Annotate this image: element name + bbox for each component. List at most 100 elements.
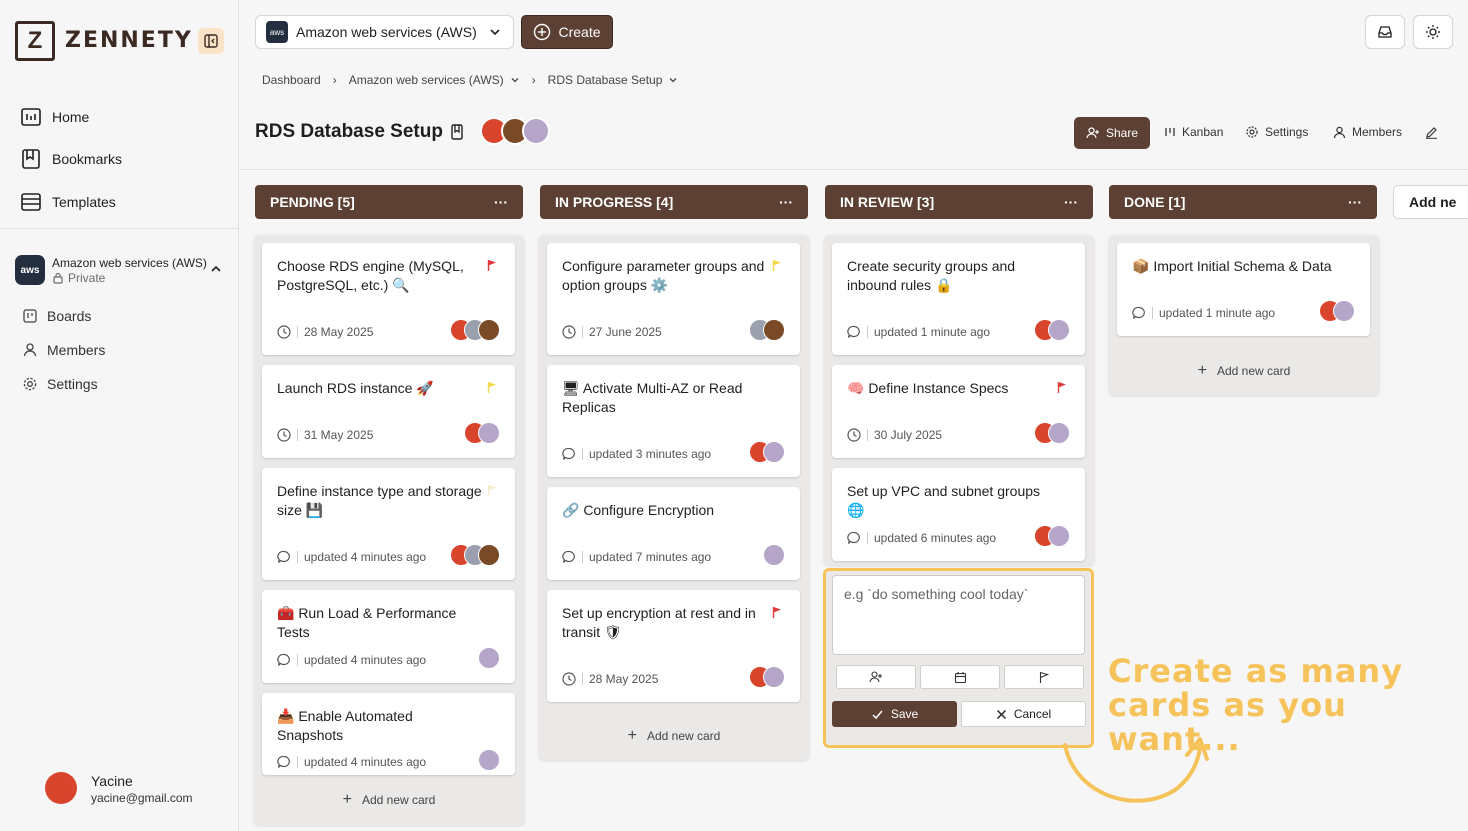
logo-icon[interactable]: Z (15, 21, 55, 61)
edit-icon[interactable] (1425, 126, 1438, 139)
task-card[interactable]: 📥 Enable Automated Snapshots updated 4 m… (262, 693, 515, 775)
bookmark-icon[interactable] (450, 124, 464, 140)
card-title: Choose RDS engine (MySQL, PostgreSQL, et… (277, 258, 464, 293)
nav-templates[interactable]: Templates (20, 191, 116, 213)
column-title: IN PROGRESS [4] (555, 194, 674, 210)
card-assignees[interactable] (478, 749, 500, 771)
flag-icon[interactable] (1057, 381, 1067, 394)
add-column-button[interactable]: Add ne (1393, 185, 1468, 219)
breadcrumb-board[interactable]: RDS Database Setup (548, 73, 663, 87)
task-card[interactable]: Set up VPC and subnet groups 🌐 updated 6… (832, 468, 1085, 561)
save-button[interactable]: Save (832, 701, 957, 727)
workspace-name[interactable]: Amazon web services (AWS) (52, 256, 207, 270)
flag-icon[interactable] (487, 381, 497, 394)
divider (1152, 307, 1153, 319)
workspace-visibility-label: Private (68, 271, 106, 285)
nav-home[interactable]: Home (20, 106, 89, 128)
new-card-input[interactable]: e.g `do something cool today` (832, 575, 1085, 655)
card-assignees[interactable] (749, 666, 785, 688)
task-card[interactable]: Configure parameter groups and option gr… (547, 243, 800, 355)
add-card-button[interactable]: + Add new card (1109, 362, 1379, 380)
collapse-sidebar-button[interactable] (198, 28, 224, 54)
chevron-right-icon: › (531, 73, 536, 87)
task-card[interactable]: 🧠 Define Instance Specs 30 July 2025 (832, 365, 1085, 458)
task-card[interactable]: 📦 Import Initial Schema & Data updated 1… (1117, 243, 1370, 336)
card-title: 📥 Enable Automated Snapshots (277, 708, 413, 743)
more-icon[interactable]: ··· (494, 194, 508, 210)
chevron-up-icon[interactable] (209, 262, 223, 276)
sidebar-item-boards[interactable]: Boards (22, 308, 91, 324)
card-assignees[interactable] (464, 422, 500, 444)
avatar[interactable] (45, 772, 77, 804)
add-card-button[interactable]: + Add new card (254, 791, 524, 809)
avatar (1333, 300, 1355, 322)
task-card[interactable]: Create security groups and inbound rules… (832, 243, 1085, 355)
promo-line-1: Create as many (1108, 652, 1404, 690)
card-assignees[interactable] (478, 647, 500, 669)
add-card-button[interactable]: + Add new card (539, 727, 809, 745)
workspace-select[interactable]: aws Amazon web services (AWS) (255, 15, 514, 49)
kanban-button[interactable]: Kanban (1164, 125, 1223, 139)
curved-arrow-icon (1063, 737, 1209, 803)
sidebar-item-boards-label: Boards (47, 308, 92, 324)
sidebar-item-members[interactable]: Members (22, 342, 105, 358)
column-header-done[interactable]: DONE [1] ··· (1109, 185, 1377, 219)
card-assignees[interactable] (450, 544, 500, 566)
task-card[interactable]: 🧰 Run Load & Performance Tests updated 4… (262, 590, 515, 683)
templates-icon (21, 193, 41, 211)
assign-user-button[interactable] (836, 665, 916, 689)
workspace-avatar[interactable]: aws (15, 255, 45, 285)
card-assignees[interactable] (1034, 319, 1070, 341)
flag-icon[interactable] (772, 606, 782, 619)
card-assignees[interactable] (763, 544, 785, 566)
card-title: 🔗 Configure Encryption (562, 502, 715, 518)
column-header-in-review[interactable]: IN REVIEW [3] ··· (825, 185, 1093, 219)
column-title: DONE [1] (1124, 194, 1186, 210)
card-assignees[interactable] (1034, 422, 1070, 444)
inbox-button[interactable] (1365, 15, 1405, 49)
chevron-down-icon[interactable] (510, 75, 520, 85)
column-header-pending[interactable]: PENDING [5] ··· (255, 185, 523, 219)
plus-circle-icon (534, 23, 551, 41)
board-members-button[interactable]: Members (1333, 125, 1402, 139)
flag-icon[interactable] (487, 259, 497, 272)
card-assignees[interactable] (450, 319, 500, 341)
card-assignees[interactable] (1319, 300, 1355, 322)
create-button[interactable]: Create (521, 15, 613, 49)
theme-toggle-button[interactable] (1413, 15, 1453, 49)
task-card[interactable]: 🖥 Activate Multi-AZ or Read Replicas upd… (547, 365, 800, 477)
card-updated: updated 6 minutes ago (874, 531, 997, 545)
chevron-down-icon[interactable] (668, 75, 678, 85)
priority-button[interactable] (1004, 665, 1084, 689)
sidebar-item-settings[interactable]: Settings (22, 376, 98, 392)
task-card[interactable]: 🔗 Configure Encryption updated 7 minutes… (547, 487, 800, 580)
card-assignees[interactable] (749, 319, 785, 341)
comment-icon (1132, 306, 1145, 319)
share-button[interactable]: Share (1074, 117, 1150, 149)
task-card[interactable]: Launch RDS instance 🚀 31 May 2025 (262, 365, 515, 458)
board-members-label: Members (1352, 125, 1403, 139)
column-pending: Choose RDS engine (MySQL, PostgreSQL, et… (254, 235, 524, 825)
card-updated: updated 4 minutes ago (304, 653, 427, 667)
flag-icon[interactable] (772, 259, 782, 272)
task-card[interactable]: Define instance type and storage size 💾 … (262, 468, 515, 580)
brand-name: ZENNETY (65, 28, 193, 53)
breadcrumb-dashboard[interactable]: Dashboard (262, 73, 321, 87)
save-button-label: Save (890, 707, 919, 721)
cancel-button[interactable]: Cancel (961, 701, 1086, 727)
nav-bookmarks[interactable]: Bookmarks (20, 148, 122, 170)
column-header-in-progress[interactable]: IN PROGRESS [4] ··· (540, 185, 808, 219)
board-settings-button[interactable]: Settings (1245, 125, 1308, 139)
board-members-avatars[interactable] (480, 117, 550, 145)
more-icon[interactable]: ··· (779, 194, 793, 210)
task-card[interactable]: Set up encryption at rest and in transit… (547, 590, 800, 702)
flag-icon[interactable] (487, 484, 497, 497)
due-date-button[interactable] (920, 665, 1000, 689)
task-card[interactable]: Choose RDS engine (MySQL, PostgreSQL, et… (262, 243, 515, 355)
card-assignees[interactable] (1034, 525, 1070, 547)
breadcrumb-workspace[interactable]: Amazon web services (AWS) (349, 73, 504, 87)
divider (297, 551, 298, 563)
more-icon[interactable]: ··· (1064, 194, 1078, 210)
card-assignees[interactable] (749, 441, 785, 463)
more-icon[interactable]: ··· (1348, 194, 1362, 210)
